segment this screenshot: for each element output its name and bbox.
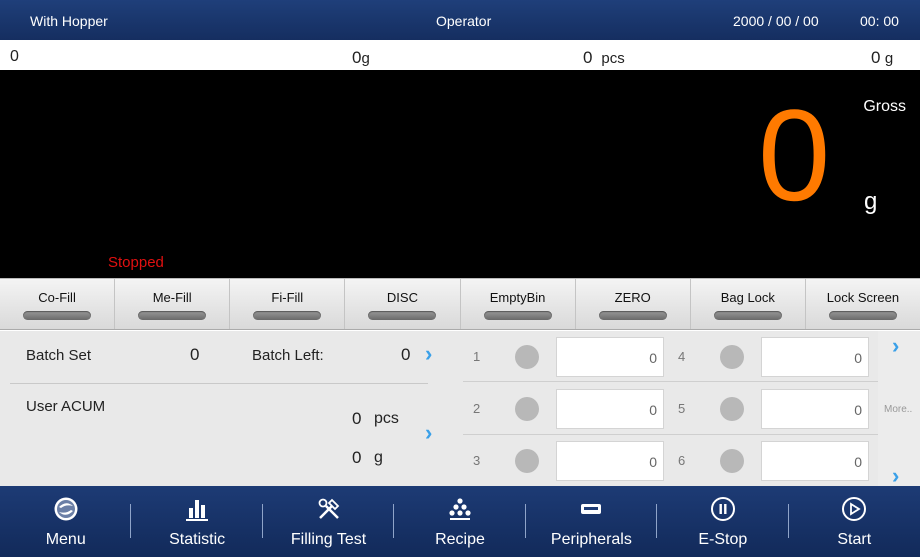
me-fill-indicator <box>138 311 207 320</box>
batch-divider <box>10 383 428 384</box>
total-readout: 0 g <box>871 48 893 68</box>
co-fill-button[interactable]: Co-Fill <box>0 279 116 329</box>
acum-g-unit: g <box>374 449 383 466</box>
hopper-mode-label: With Hopper <box>30 13 108 29</box>
channel-status-indicator <box>515 345 539 369</box>
batch-chevron-right-icon[interactable]: › <box>425 343 432 365</box>
zero-button[interactable]: ZERO <box>576 279 691 329</box>
main-weight-value: 0 <box>758 82 831 228</box>
acum-chevron-right-icon[interactable]: › <box>425 422 432 444</box>
nav-menu-button[interactable]: Menu <box>0 486 132 557</box>
nav-start-button[interactable]: Start <box>789 486 920 557</box>
user-acum-label: User ACUM <box>26 398 106 415</box>
channel-status-indicator <box>720 449 744 473</box>
recipe-dots-icon <box>449 498 471 520</box>
channel-status-indicator <box>720 345 744 369</box>
more-button[interactable]: More.. <box>884 404 912 415</box>
weight-display: Gross 0 g Stopped <box>0 70 920 278</box>
channel-value-field[interactable]: 0 <box>761 337 869 377</box>
lock-screen-indicator <box>828 311 897 320</box>
fi-fill-button[interactable]: Fi-Fill <box>230 279 346 329</box>
batch-left-value: 0 <box>401 345 411 364</box>
channel-number: 1 <box>473 349 481 364</box>
bottom-nav: Menu Statistic Filling Test Recipe Perip… <box>0 486 920 557</box>
total-value: 0 <box>871 48 881 67</box>
main-weight-unit: g <box>864 188 878 215</box>
batch-panel: Batch Set 0 Batch Left: 0 › User ACUM 0 … <box>0 331 463 486</box>
acum-pcs-unit: pcs <box>374 410 399 427</box>
grid-divider <box>463 434 878 435</box>
total-unit: g <box>884 50 894 67</box>
fi-fill-indicator <box>253 311 322 320</box>
channel-value-field[interactable]: 0 <box>556 389 664 429</box>
channel-cell: 2 0 <box>463 385 668 433</box>
title-bar: With Hopper Operator 2000 / 00 / 00 00: … <box>0 0 920 40</box>
channel-value-field[interactable]: 0 <box>761 441 869 481</box>
weight-unit: g <box>361 50 370 67</box>
channel-cell: 1 0 <box>463 333 668 381</box>
nav-filling-test-button[interactable]: Filling Test <box>263 486 395 557</box>
channel-value-field[interactable]: 0 <box>556 441 664 481</box>
batch-set-value[interactable]: 0 <box>190 345 199 365</box>
pause-circle-icon <box>710 497 735 521</box>
user-role-label: Operator <box>436 13 492 29</box>
count-value: 0 <box>10 48 19 65</box>
time-display: 00: 00 <box>860 13 899 29</box>
empty-bin-button[interactable]: EmptyBin <box>461 279 576 329</box>
tools-icon <box>318 498 339 519</box>
channel-cell: 6 0 <box>668 437 873 485</box>
batch-set-label: Batch Set <box>26 347 92 364</box>
empty-bin-indicator <box>483 311 552 320</box>
channel-cell: 4 0 <box>668 333 873 381</box>
disc-button[interactable]: DISC <box>345 279 461 329</box>
acum-g-value: 0 <box>352 448 362 467</box>
bar-chart-icon <box>186 500 209 521</box>
gross-mode-label: Gross <box>863 98 906 115</box>
channel-number: 5 <box>678 401 686 416</box>
function-key-row: Co-Fill Me-Fill Fi-Fill DISC EmptyBin ZE… <box>0 278 920 330</box>
grid-divider <box>463 381 878 382</box>
channel-value-field[interactable]: 0 <box>556 337 664 377</box>
status-label: Stopped <box>108 254 164 271</box>
weight-readout: 0g <box>352 48 370 68</box>
channel-number: 3 <box>473 453 481 468</box>
play-circle-icon <box>842 497 867 521</box>
pcs-readout: 0 pcs <box>583 48 625 68</box>
more-column: › More.. › <box>878 331 920 487</box>
device-icon <box>581 504 602 514</box>
batch-left-label: Batch Left: <box>252 347 324 364</box>
channel-number: 6 <box>678 453 686 468</box>
more-down-chevron-icon[interactable]: › <box>892 465 899 487</box>
co-fill-indicator <box>23 311 92 320</box>
pcs-value: 0 <box>583 48 593 67</box>
acum-pcs-value: 0 <box>352 409 362 428</box>
channel-status-indicator <box>720 397 744 421</box>
channel-number: 2 <box>473 401 481 416</box>
channel-status-indicator <box>515 397 539 421</box>
me-fill-button[interactable]: Me-Fill <box>115 279 231 329</box>
channel-cell: 5 0 <box>668 385 873 433</box>
info-row: 0 0g 0 pcs 0 g <box>0 40 920 70</box>
bag-lock-button[interactable]: Bag Lock <box>691 279 806 329</box>
more-up-chevron-icon[interactable]: › <box>892 335 899 357</box>
zero-indicator <box>598 311 667 320</box>
lock-screen-button[interactable]: Lock Screen <box>806 279 920 329</box>
menu-logo-icon <box>54 497 78 521</box>
nav-recipe-button[interactable]: Recipe <box>394 486 526 557</box>
pcs-unit: pcs <box>601 50 625 67</box>
disc-indicator <box>368 311 437 320</box>
nav-estop-button[interactable]: E-Stop <box>657 486 789 557</box>
date-display: 2000 / 00 / 00 <box>733 13 819 29</box>
bag-lock-indicator <box>713 311 782 320</box>
channel-cell: 3 0 <box>463 437 668 485</box>
channel-value-field[interactable]: 0 <box>761 389 869 429</box>
channel-grid: 1 0 4 0 2 0 5 0 3 0 6 0 <box>463 331 878 486</box>
nav-peripherals-button[interactable]: Peripherals <box>526 486 658 557</box>
nav-statistic-button[interactable]: Statistic <box>131 486 263 557</box>
channel-number: 4 <box>678 349 686 364</box>
channel-status-indicator <box>515 449 539 473</box>
